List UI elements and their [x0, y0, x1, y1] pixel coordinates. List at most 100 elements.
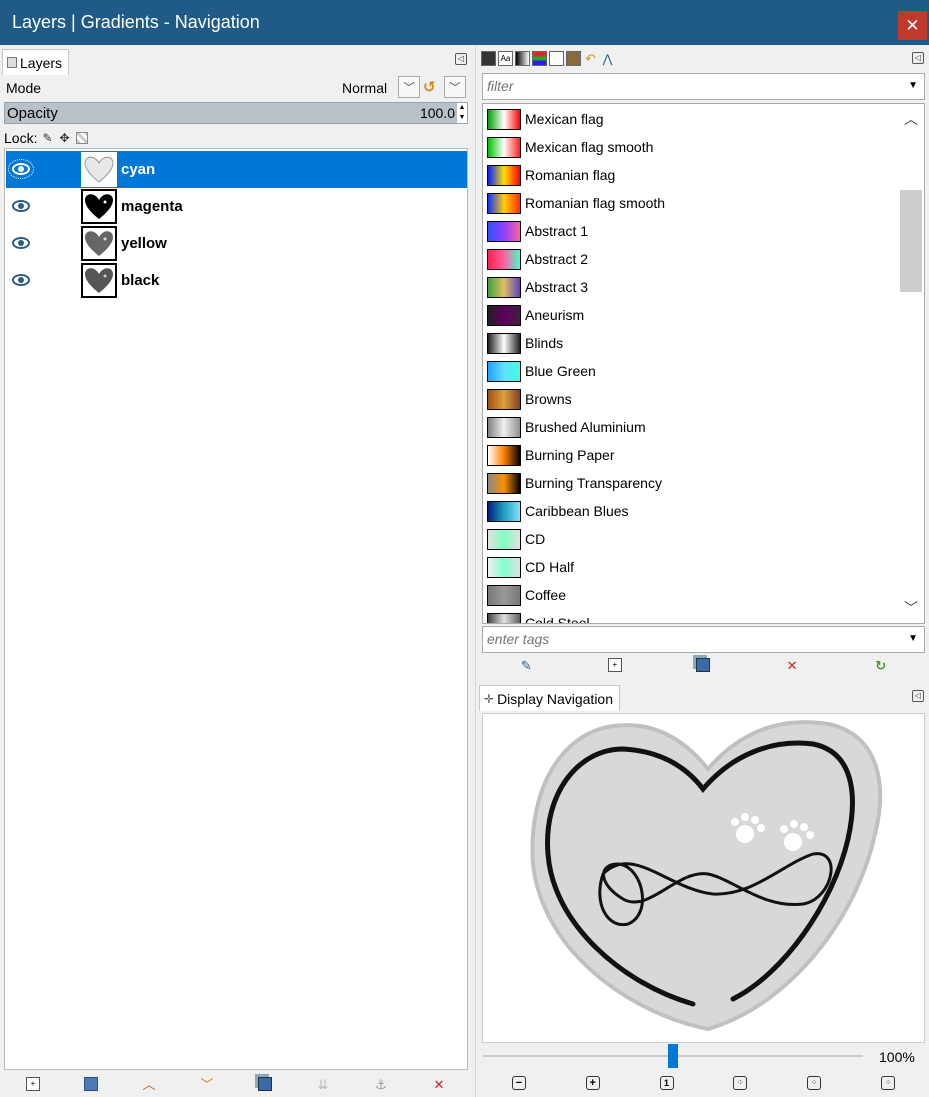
- duplicate-icon[interactable]: [258, 1077, 272, 1091]
- gradient-list-item[interactable]: Burning Transparency: [486, 470, 896, 498]
- new-gradient-icon[interactable]: +: [607, 658, 622, 672]
- navigation-bottom-bar: − + 1 ⁘ ⁘ ⁘: [482, 1071, 925, 1095]
- fill-window-icon[interactable]: ⁘: [807, 1076, 822, 1090]
- close-icon[interactable]: ✕: [898, 11, 927, 40]
- duplicate-gradient-icon[interactable]: [696, 658, 711, 672]
- tab-brushes-icon[interactable]: [566, 51, 581, 66]
- delete-gradient-icon[interactable]: ✕: [785, 658, 799, 672]
- gradient-name: Blue Green: [525, 363, 596, 379]
- gradient-list-item[interactable]: Abstract 1: [486, 218, 896, 246]
- lower-icon[interactable]: ﹀: [200, 1077, 214, 1091]
- opacity-value[interactable]: 100.0: [420, 105, 455, 121]
- gradient-list-item[interactable]: Romanian flag: [486, 162, 896, 190]
- new-layer-icon[interactable]: +: [26, 1077, 40, 1091]
- gradient-swatch: [487, 361, 521, 382]
- gradient-list-item[interactable]: Mexican flag: [486, 106, 896, 134]
- zoom-slider[interactable]: [483, 1044, 863, 1068]
- anchor-icon[interactable]: ⚓: [374, 1077, 388, 1091]
- opacity-label: Opacity: [7, 105, 58, 122]
- gradient-list-item[interactable]: Brushed Aluminium: [486, 414, 896, 442]
- gradient-list-item[interactable]: Burning Paper: [486, 442, 896, 470]
- fit-image-icon[interactable]: ⁘: [733, 1076, 748, 1090]
- tab-palettes-icon[interactable]: [532, 51, 547, 66]
- gradients-bottom-bar: ✎ + ✕ ↻: [482, 653, 925, 677]
- filter-field[interactable]: ▼: [482, 73, 925, 100]
- layer-row-magenta[interactable]: magenta: [6, 188, 467, 225]
- scroll-thumb[interactable]: [900, 190, 922, 292]
- gradient-list-item[interactable]: Caribbean Blues: [486, 498, 896, 526]
- mode-dropdown-icon[interactable]: ﹀: [398, 76, 420, 98]
- visibility-eye-icon[interactable]: [12, 274, 30, 286]
- visibility-eye-icon[interactable]: [12, 200, 30, 212]
- gradient-list-item[interactable]: Romanian flag smooth: [486, 190, 896, 218]
- zoom-out-icon[interactable]: −: [511, 1076, 526, 1090]
- tags-input[interactable]: [487, 631, 897, 647]
- scrollbar[interactable]: ︿ ﹀: [899, 105, 923, 622]
- gradient-list-item[interactable]: Blue Green: [486, 358, 896, 386]
- gradient-list-item[interactable]: Blinds: [486, 330, 896, 358]
- tags-field[interactable]: ▼: [482, 626, 925, 653]
- chevron-down-icon[interactable]: ▼: [908, 633, 918, 644]
- tab-images-icon[interactable]: [481, 51, 496, 66]
- gradient-swatch: [487, 613, 521, 623]
- gradient-name: Abstract 3: [525, 279, 589, 295]
- gradient-list-item[interactable]: Cold Steel: [486, 610, 896, 623]
- layer-name: yellow: [121, 235, 167, 252]
- gradient-list-item[interactable]: CD Half: [486, 554, 896, 582]
- tab-patterns-icon[interactable]: [549, 51, 564, 66]
- gradient-swatch: [487, 249, 521, 270]
- gradient-list-item[interactable]: Browns: [486, 386, 896, 414]
- shrink-wrap-icon[interactable]: ⁘: [881, 1076, 896, 1090]
- navigation-preview[interactable]: [482, 713, 925, 1043]
- gradient-swatch: [487, 221, 521, 242]
- gradient-list-item[interactable]: CD: [486, 526, 896, 554]
- filter-input[interactable]: [487, 78, 897, 94]
- tab-layers[interactable]: Layers: [2, 49, 70, 75]
- tab-undo-icon[interactable]: ↶: [583, 51, 598, 66]
- tab-dynamics-icon[interactable]: ⋀: [600, 51, 615, 66]
- gradient-list-item[interactable]: Abstract 3: [486, 274, 896, 302]
- layer-row-yellow[interactable]: yellow: [6, 225, 467, 262]
- raise-icon[interactable]: ︿: [142, 1077, 156, 1091]
- opacity-spin-icon[interactable]: ▲ ▼: [457, 103, 467, 123]
- new-group-icon[interactable]: [84, 1077, 98, 1091]
- mode-options-icon[interactable]: ﹀: [444, 76, 466, 98]
- visibility-eye-icon[interactable]: [8, 159, 34, 179]
- tab-navigation[interactable]: ✛ Display Navigation: [479, 685, 621, 711]
- chevron-down-icon[interactable]: ▼: [908, 80, 918, 91]
- zoom-1-1-icon[interactable]: 1: [659, 1076, 674, 1090]
- merge-icon[interactable]: ⇊: [316, 1077, 330, 1091]
- edit-gradient-icon[interactable]: ✎: [519, 658, 533, 672]
- layer-row-black[interactable]: black: [6, 262, 467, 299]
- gradient-list-item[interactable]: Mexican flag smooth: [486, 134, 896, 162]
- scroll-down-icon[interactable]: ﹀: [899, 598, 923, 618]
- tab-menu-icon[interactable]: ◁: [455, 53, 467, 65]
- mode-row: Mode Normal ﹀ ↺ ﹀: [0, 75, 472, 101]
- lock-pixels-icon[interactable]: ✎: [42, 132, 54, 144]
- zoom-in-icon[interactable]: +: [585, 1076, 600, 1090]
- tab-menu-icon[interactable]: ◁: [912, 52, 924, 64]
- tab-fonts-icon[interactable]: Aa: [498, 51, 513, 66]
- lock-alpha-icon[interactable]: [76, 132, 89, 144]
- lock-position-icon[interactable]: ✥: [59, 132, 71, 144]
- opacity-spinscale[interactable]: Opacity 100.0 ▲ ▼: [4, 102, 468, 124]
- gradient-list-item[interactable]: Aneurism: [486, 302, 896, 330]
- gradient-name: CD Half: [525, 559, 575, 575]
- tab-menu-icon[interactable]: ◁: [912, 690, 924, 702]
- scroll-up-icon[interactable]: ︿: [899, 109, 923, 129]
- slider-thumb[interactable]: [668, 1044, 678, 1068]
- refresh-icon[interactable]: ↻: [874, 658, 888, 672]
- mode-select[interactable]: Normal: [342, 80, 387, 96]
- dock-tab-strip: Aa ↶ ⋀: [481, 51, 615, 66]
- layers-dock: Layers ◁ Mode Normal ﹀ ↺ ﹀ Opacity 100.0…: [0, 45, 476, 1097]
- gradient-list-item[interactable]: Abstract 2: [486, 246, 896, 274]
- gradient-name: Romanian flag: [525, 167, 616, 183]
- reset-mode-icon[interactable]: ↺: [423, 78, 439, 96]
- gradient-swatch: [487, 529, 521, 550]
- delete-icon[interactable]: ✕: [432, 1077, 446, 1091]
- gradient-list-item[interactable]: Coffee: [486, 582, 896, 610]
- layer-row-cyan[interactable]: cyan: [6, 151, 467, 188]
- tab-gradients-icon[interactable]: [515, 51, 530, 66]
- visibility-eye-icon[interactable]: [12, 237, 30, 249]
- layer-name: black: [121, 272, 160, 289]
